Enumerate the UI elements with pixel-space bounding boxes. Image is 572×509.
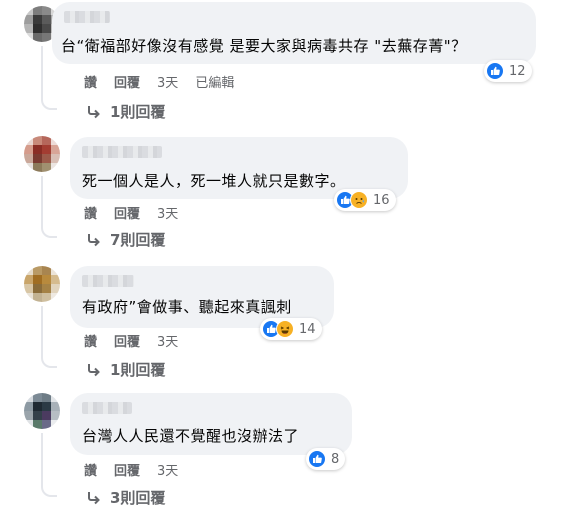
comment-text: 有政府”會做事、聽起來真諷刺 [82,298,292,316]
replies-count-label: 3則回覆 [110,489,166,507]
reply-button[interactable]: 回覆 [114,72,140,91]
thread-line [41,46,43,96]
thread-connector [41,96,57,110]
thread-connector [41,354,57,368]
reaction-summary[interactable]: 8 [306,448,346,470]
view-replies-link[interactable]: 1則回覆 [86,359,165,380]
reply-arrow-icon [88,233,100,246]
comment-bubble: 台“衛福部好像沒有感覺 是要大家與病毒共存 "去蕪存菁"？ [52,2,536,64]
comment-text: 台灣人人民還不覺醒也沒辦法了 [82,427,300,445]
comment-bubble: 台灣人人民還不覺醒也沒辦法了 [70,393,352,455]
timestamp[interactable]: 3天 [157,331,178,350]
reaction-count: 14 [299,321,316,337]
like-button[interactable]: 讚 [84,331,97,350]
edited-label: 已編輯 [195,76,235,91]
thread-line [41,176,43,224]
reply-button[interactable]: 回覆 [114,460,140,479]
comment-actions: 讚 回覆 3天 [84,331,195,350]
comment-actions: 讚 回覆 3天 [84,203,195,222]
replies-count-label: 1則回覆 [110,103,166,121]
reaction-summary[interactable]: 16 [334,189,396,211]
sad-icon [350,191,368,209]
comment-text: 台“衛福部好像沒有感覺 是要大家與病毒共存 "去蕪存菁"？ [61,37,467,55]
thread-line [41,433,43,483]
like-button[interactable]: 讚 [84,460,97,479]
like-icon [486,62,504,80]
comment-actions: 讚 回覆 3天 [84,460,195,479]
commenter-name[interactable] [82,275,134,287]
replies-count-label: 7則回覆 [110,231,166,249]
thread-connector [41,483,57,497]
reaction-count: 12 [509,63,526,79]
view-replies-link[interactable]: 7則回覆 [86,229,165,250]
commenter-name[interactable] [64,11,110,23]
timestamp[interactable]: 3天 [157,460,178,479]
like-button[interactable]: 讚 [84,203,97,222]
thread-connector [41,224,57,238]
avatar[interactable] [24,393,60,429]
comment-text: 死一個人是人，死一堆人就只是數字。 [82,172,346,190]
comment-actions: 讚 回覆 3天 已編輯 [84,72,251,91]
reaction-count: 16 [373,192,390,208]
haha-icon [276,320,294,338]
view-replies-link[interactable]: 1則回覆 [86,101,165,122]
reply-arrow-icon [88,105,100,118]
like-button[interactable]: 讚 [84,72,97,91]
avatar[interactable] [24,266,60,302]
reaction-summary[interactable]: 12 [484,60,532,82]
thread-line [41,306,43,354]
timestamp[interactable]: 3天 [157,72,178,91]
reply-button[interactable]: 回覆 [114,331,140,350]
reply-arrow-icon [88,363,100,376]
timestamp[interactable]: 3天 [157,203,178,222]
view-replies-link[interactable]: 3則回覆 [86,487,165,508]
commenter-name[interactable] [82,146,162,158]
reply-arrow-icon [88,491,100,504]
commenter-name[interactable] [82,402,132,414]
replies-count-label: 1則回覆 [110,361,166,379]
reaction-count: 8 [331,451,340,467]
avatar[interactable] [24,136,60,172]
like-icon [308,450,326,468]
reply-button[interactable]: 回覆 [114,203,140,222]
reaction-summary[interactable]: 14 [260,318,322,340]
